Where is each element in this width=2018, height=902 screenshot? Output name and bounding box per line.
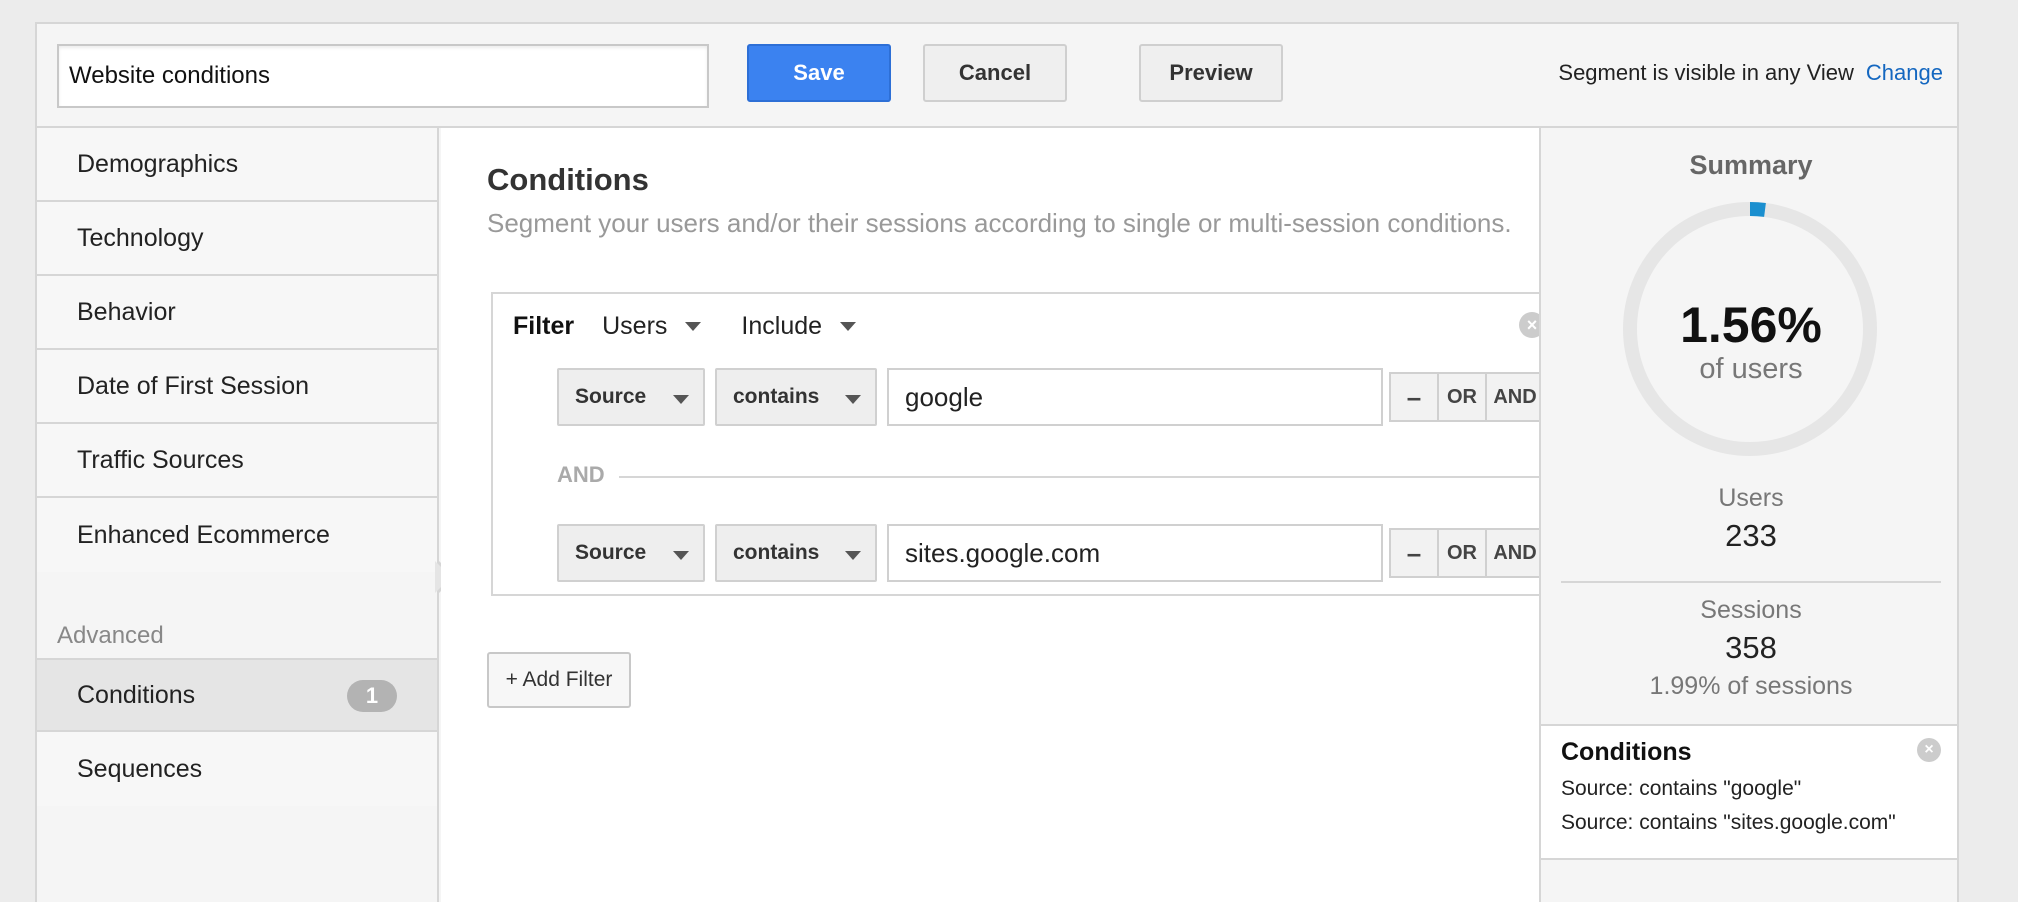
sidebar-item-label: Enhanced Ecommerce xyxy=(77,520,330,549)
summary-percent-label: of users xyxy=(1699,353,1803,385)
sidebar-item-label: Technology xyxy=(77,223,204,252)
separator-line xyxy=(619,476,1575,478)
chevron-down-icon xyxy=(673,551,689,560)
sidebar-item-label: Sequences xyxy=(77,754,203,783)
chevron-down-icon xyxy=(840,322,857,331)
chevron-down-icon xyxy=(845,395,861,404)
sidebar-item-sequences[interactable]: Sequences xyxy=(37,732,437,806)
add-filter-button[interactable]: + Add Filter xyxy=(487,652,631,708)
filter-scope-value: Users xyxy=(602,312,668,340)
and-button[interactable]: AND xyxy=(1485,372,1545,422)
condition-value-input[interactable]: google xyxy=(887,368,1383,426)
or-button[interactable]: OR xyxy=(1437,528,1487,578)
filter-group: Filter Users Include × Source contains g… xyxy=(491,292,1575,596)
sessions-percent: 1.99% of sessions xyxy=(1649,672,1853,700)
sidebar-item-label: Date of First Session xyxy=(77,371,310,400)
dimension-value: Source xyxy=(575,541,647,564)
filter-mode-value: Include xyxy=(741,312,823,340)
segment-toolbar: Save Cancel Preview Segment is visible i… xyxy=(37,24,1957,128)
conditions-count-badge: 1 xyxy=(347,680,397,712)
and-separator: AND xyxy=(557,462,1575,492)
page-description: Segment your users and/or their sessions… xyxy=(487,208,1512,238)
sidebar-item-technology[interactable]: Technology xyxy=(37,202,437,276)
or-button[interactable]: OR xyxy=(1437,372,1487,422)
sidebar-item-label: Behavior xyxy=(77,297,176,326)
remove-condition-button[interactable]: – xyxy=(1389,372,1439,422)
chevron-down-icon xyxy=(673,395,689,404)
users-label: Users xyxy=(1718,484,1784,512)
summary-conditions-title: Conditions xyxy=(1561,738,1692,766)
summary-condition-line: Source: contains "google" xyxy=(1561,777,1802,800)
and-separator-label: AND xyxy=(557,462,605,487)
remove-conditions-icon[interactable]: × xyxy=(1917,738,1941,762)
sidebar-item-date-of-first-session[interactable]: Date of First Session xyxy=(37,350,437,424)
filter-mode-dropdown[interactable]: Include xyxy=(741,312,857,341)
sidebar-item-demographics[interactable]: Demographics xyxy=(37,128,437,202)
and-button[interactable]: AND xyxy=(1485,528,1545,578)
dimension-dropdown[interactable]: Source xyxy=(557,368,705,426)
dimension-value: Source xyxy=(575,385,647,408)
sidebar: Demographics Technology Behavior Date of… xyxy=(37,128,439,902)
sidebar-item-enhanced-ecommerce[interactable]: Enhanced Ecommerce xyxy=(37,498,437,572)
remove-condition-button[interactable]: – xyxy=(1389,528,1439,578)
dimension-dropdown[interactable]: Source xyxy=(557,524,705,582)
visibility-info: Segment is visible in any View Change xyxy=(1558,60,1943,86)
summary-condition-line: Source: contains "sites.google.com" xyxy=(1561,811,1896,834)
summary-divider xyxy=(1561,581,1941,583)
chevron-down-icon xyxy=(685,322,702,331)
filter-scope-dropdown[interactable]: Users xyxy=(602,312,702,341)
sidebar-item-label: Demographics xyxy=(77,149,239,178)
operator-dropdown[interactable]: contains xyxy=(715,368,877,426)
users-value: 233 xyxy=(1725,518,1777,553)
chevron-down-icon xyxy=(845,551,861,560)
condition-value-input[interactable]: sites.google.com xyxy=(887,524,1383,582)
visibility-text: Segment is visible in any View xyxy=(1558,60,1854,85)
sidebar-item-conditions[interactable]: Conditions 1 xyxy=(37,658,437,732)
sidebar-item-label: Conditions xyxy=(77,680,196,709)
sessions-value: 358 xyxy=(1725,630,1777,665)
filter-header: Filter Users Include xyxy=(513,312,896,341)
summary-panel: Summary 1.56% of users Users 233 Session… xyxy=(1539,128,1957,902)
summary-percent: 1.56% xyxy=(1680,297,1822,353)
save-button[interactable]: Save xyxy=(747,44,891,102)
operator-value: contains xyxy=(733,541,820,564)
summary-title: Summary xyxy=(1689,150,1813,180)
change-link[interactable]: Change xyxy=(1866,60,1943,85)
page-title: Conditions xyxy=(487,162,649,197)
sidebar-item-traffic-sources[interactable]: Traffic Sources xyxy=(37,424,437,498)
sidebar-item-label: Traffic Sources xyxy=(77,445,244,474)
operator-dropdown[interactable]: contains xyxy=(715,524,877,582)
sessions-label: Sessions xyxy=(1700,596,1802,624)
summary-conditions: Conditions Source: contains "google" Sou… xyxy=(1541,724,1957,860)
sidebar-section-advanced: Advanced xyxy=(57,622,164,649)
filter-label: Filter xyxy=(513,312,575,340)
segment-name-input[interactable] xyxy=(57,44,709,108)
conditions-panel: Conditions Segment your users and/or the… xyxy=(441,128,1575,902)
cancel-button[interactable]: Cancel xyxy=(923,44,1067,102)
preview-button[interactable]: Preview xyxy=(1139,44,1283,102)
sidebar-item-behavior[interactable]: Behavior xyxy=(37,276,437,350)
segment-editor: Save Cancel Preview Segment is visible i… xyxy=(35,22,1959,902)
operator-value: contains xyxy=(733,385,820,408)
